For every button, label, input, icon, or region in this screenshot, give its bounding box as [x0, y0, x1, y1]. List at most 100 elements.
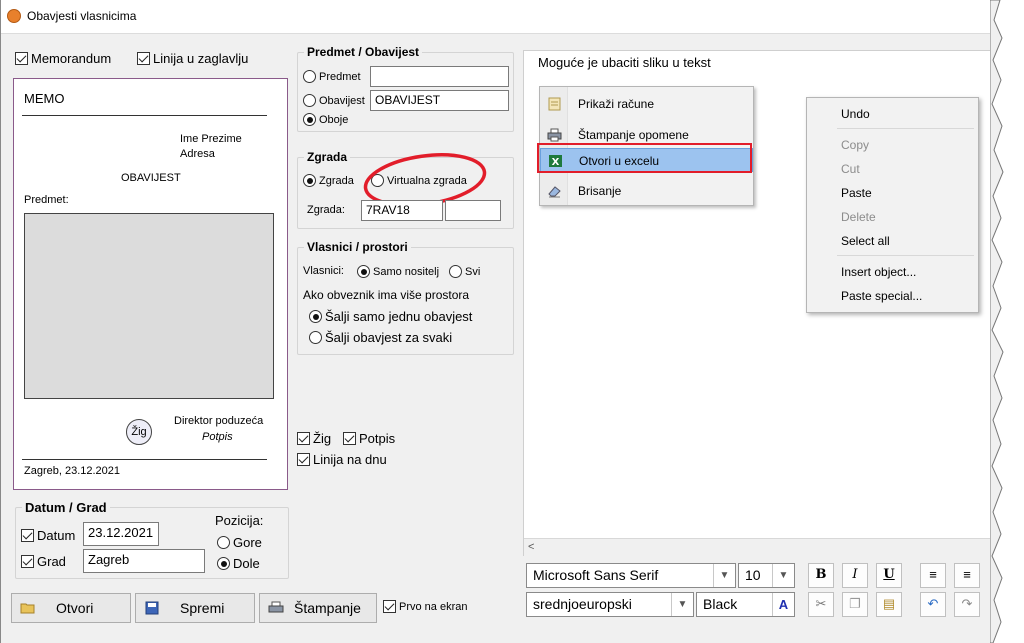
- scroll-left-icon[interactable]: <: [528, 541, 534, 553]
- header-line: [22, 115, 267, 116]
- color-select[interactable]: Black A: [696, 592, 795, 617]
- horizontal-scrollbar[interactable]: <: [524, 538, 1000, 556]
- otvori-button[interactable]: Otvori: [11, 593, 131, 623]
- director-label: Direktor poduzeća: [174, 415, 264, 427]
- checkbox-box: [343, 432, 356, 446]
- group-title: Predmet / Obavijest: [304, 45, 423, 59]
- editor-text: Moguće je ubaciti sliku u tekst: [538, 55, 711, 70]
- font-color-icon: A: [772, 593, 794, 616]
- title-bar: Obavjesti vlasnicima: [1, 0, 1001, 34]
- align-center-icon[interactable]: ≡: [954, 563, 980, 588]
- italic-button[interactable]: I: [842, 563, 868, 588]
- potpis-checkbox[interactable]: Potpis: [343, 430, 395, 446]
- footer-line: [22, 459, 267, 460]
- linija-zaglavlju-checkbox[interactable]: Linija u zaglavlju: [137, 50, 248, 66]
- zgrada-field-label: Zgrada:: [307, 204, 345, 216]
- menu-item-select-all[interactable]: Select all: [841, 234, 890, 248]
- spremi-button[interactable]: Spremi: [135, 593, 255, 623]
- color-value: Black: [703, 596, 738, 612]
- radio-circle: [357, 265, 370, 278]
- menu-item-cut[interactable]: Cut: [841, 162, 860, 176]
- group-title: Zgrada: [304, 150, 351, 164]
- radio-obavijest[interactable]: Obavijest: [303, 94, 365, 107]
- underline-button[interactable]: U: [876, 563, 902, 588]
- red-highlight-box: [537, 143, 752, 173]
- memo-image-area: [24, 213, 274, 399]
- checkbox-box: [21, 529, 34, 543]
- signature-label: Potpis: [202, 431, 233, 443]
- align-left-icon[interactable]: ≡: [920, 563, 946, 588]
- radio-oboje[interactable]: Oboje: [303, 113, 348, 126]
- prvo-na-ekran-checkbox[interactable]: Prvo na ekran: [383, 600, 467, 613]
- stamp-circle: Žig: [126, 419, 152, 445]
- menu-item-undo[interactable]: Undo: [841, 107, 870, 121]
- radio-circle: [303, 70, 316, 83]
- save-icon: [145, 601, 159, 615]
- grad-input[interactable]: Zagreb: [83, 549, 205, 573]
- folder-open-icon: [20, 603, 35, 614]
- main-window: Obavjesti vlasnicima Memorandum Linija u…: [0, 0, 1001, 643]
- datum-checkbox[interactable]: Datum: [21, 527, 75, 543]
- menu-separator: [837, 255, 974, 256]
- recipient-address: Adresa: [180, 148, 215, 160]
- group-title: Datum / Grad: [22, 500, 110, 515]
- printer-icon: [268, 601, 284, 613]
- window-title: Obavjesti vlasnicima: [27, 9, 137, 23]
- radio-zgrada[interactable]: Zgrada: [303, 174, 354, 187]
- memo-subject-label: Predmet:: [24, 194, 69, 206]
- radio-jedna-obavjest[interactable]: Šalji samo jednu obavjest: [309, 308, 472, 324]
- font-family-value: Microsoft Sans Serif: [533, 567, 659, 583]
- redo-icon[interactable]: ↷: [954, 592, 980, 617]
- font-family-select[interactable]: Microsoft Sans Serif ▼: [526, 563, 736, 588]
- checkbox-box: [15, 52, 28, 66]
- zgrada-code-input[interactable]: 7RAV18: [361, 200, 443, 221]
- bold-button[interactable]: B: [808, 563, 834, 588]
- font-size-select[interactable]: 10 ▼: [738, 563, 795, 588]
- copy-icon[interactable]: ❐: [842, 592, 868, 617]
- menu-item-brisanje[interactable]: Brisanje: [540, 179, 753, 203]
- cut-icon[interactable]: ✂: [808, 592, 834, 617]
- recipient-name: Ime Prezime: [180, 133, 242, 145]
- chevron-down-icon: ▼: [772, 564, 794, 587]
- vlasnici-info: Ako obveznik ima više prostora: [303, 288, 470, 302]
- menu-item-delete[interactable]: Delete: [841, 210, 876, 224]
- zig-checkbox[interactable]: Žig: [297, 430, 331, 446]
- radio-predmet[interactable]: Predmet: [303, 70, 361, 83]
- menu-item-prikazi-racune[interactable]: Prikaži račune: [540, 92, 753, 116]
- radio-gore[interactable]: Gore: [217, 534, 262, 550]
- radio-svi[interactable]: Svi: [449, 265, 480, 278]
- memo-footer: Zagreb, 23.12.2021: [24, 465, 121, 477]
- edit-context-menu: Undo Copy Cut Paste Delete Select all In…: [806, 97, 979, 313]
- pozicija-label: Pozicija:: [215, 513, 264, 528]
- stampanje-button[interactable]: Štampanje: [259, 593, 377, 623]
- memo-doc-title: OBAVIJEST: [121, 172, 181, 184]
- menu-item-copy[interactable]: Copy: [841, 138, 869, 152]
- menu-item-paste[interactable]: Paste: [841, 186, 872, 200]
- app-icon: [7, 9, 21, 23]
- grad-checkbox[interactable]: Grad: [21, 553, 66, 569]
- obavijest-input[interactable]: OBAVIJEST: [370, 90, 509, 111]
- menu-item-insert-object[interactable]: Insert object...: [841, 265, 916, 279]
- radio-dole[interactable]: Dole: [217, 555, 260, 571]
- radio-samo-nositelj[interactable]: Samo nositelj: [357, 265, 439, 278]
- datum-input[interactable]: 23.12.2021: [83, 522, 159, 546]
- radio-circle: [217, 557, 230, 571]
- radio-circle: [303, 94, 316, 107]
- eraser-icon: [548, 186, 561, 198]
- undo-icon[interactable]: ↶: [920, 592, 946, 617]
- radio-obavjest-svaki[interactable]: Šalji obavjest za svaki: [309, 329, 452, 345]
- memo-preview: MEMO Ime Prezime Adresa OBAVIJEST Predme…: [13, 78, 288, 490]
- charset-select[interactable]: srednjoeuropski ▼: [526, 592, 694, 617]
- checkbox-box: [21, 555, 34, 569]
- zgrada-name-input[interactable]: [445, 200, 501, 221]
- document-icon: [548, 97, 561, 111]
- predmet-input[interactable]: [370, 66, 509, 87]
- radio-circle: [449, 265, 462, 278]
- memorandum-checkbox[interactable]: Memorandum: [15, 50, 111, 66]
- linija-dnu-checkbox[interactable]: Linija na dnu: [297, 451, 387, 467]
- menu-item-paste-special[interactable]: Paste special...: [841, 289, 922, 303]
- memo-header: MEMO: [24, 91, 65, 106]
- checkbox-box: [137, 52, 150, 66]
- paste-icon[interactable]: ▤: [876, 592, 902, 617]
- checkbox-box: [297, 453, 310, 467]
